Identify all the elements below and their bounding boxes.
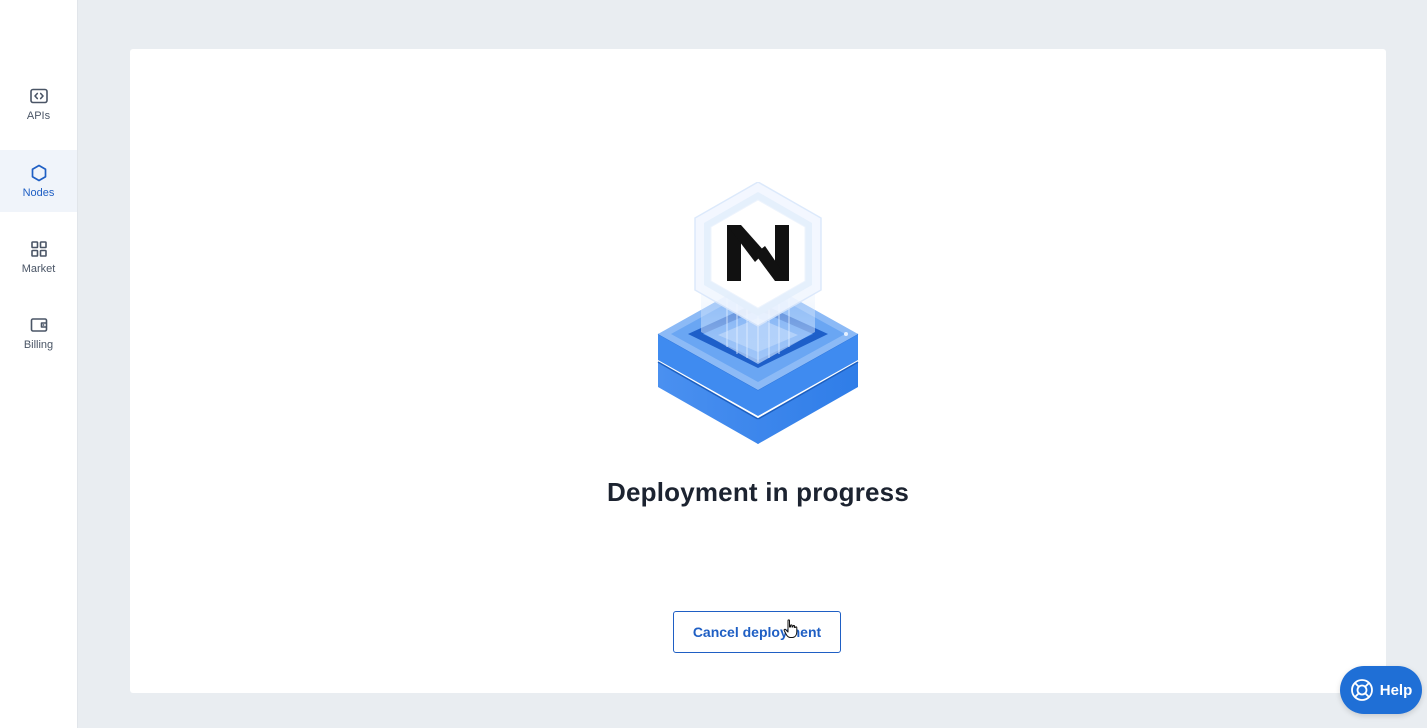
main-card: Deployment in progress Cancel deployment: [130, 49, 1386, 693]
cancel-deployment-button[interactable]: Cancel deployment: [673, 611, 841, 653]
hexagon-icon: [31, 164, 46, 181]
sidebar-item-nodes[interactable]: Nodes: [0, 150, 77, 212]
sidebar-item-market[interactable]: Market: [0, 226, 77, 288]
hand-cursor-icon: [783, 619, 798, 638]
sidebar-item-label: Billing: [23, 338, 54, 351]
code-window-icon: [29, 88, 48, 103]
sidebar-item-label: Nodes: [22, 186, 55, 199]
sidebar-item-billing[interactable]: Billing: [0, 302, 77, 364]
sidebar-item-apis[interactable]: APIs: [0, 73, 77, 135]
grid-icon: [30, 240, 47, 257]
help-label: Help: [1379, 681, 1413, 699]
node-deployment-illustration: [657, 182, 859, 444]
help-button[interactable]: Help: [1340, 666, 1422, 714]
sidebar-item-label: APIs: [26, 109, 51, 122]
sidebar: APIs Nodes Market Billing: [0, 0, 78, 728]
wallet-icon: [30, 317, 47, 332]
page-title: Deployment in progress: [606, 477, 910, 507]
lifebuoy-icon: [1350, 679, 1373, 701]
sidebar-item-label: Market: [21, 262, 56, 275]
